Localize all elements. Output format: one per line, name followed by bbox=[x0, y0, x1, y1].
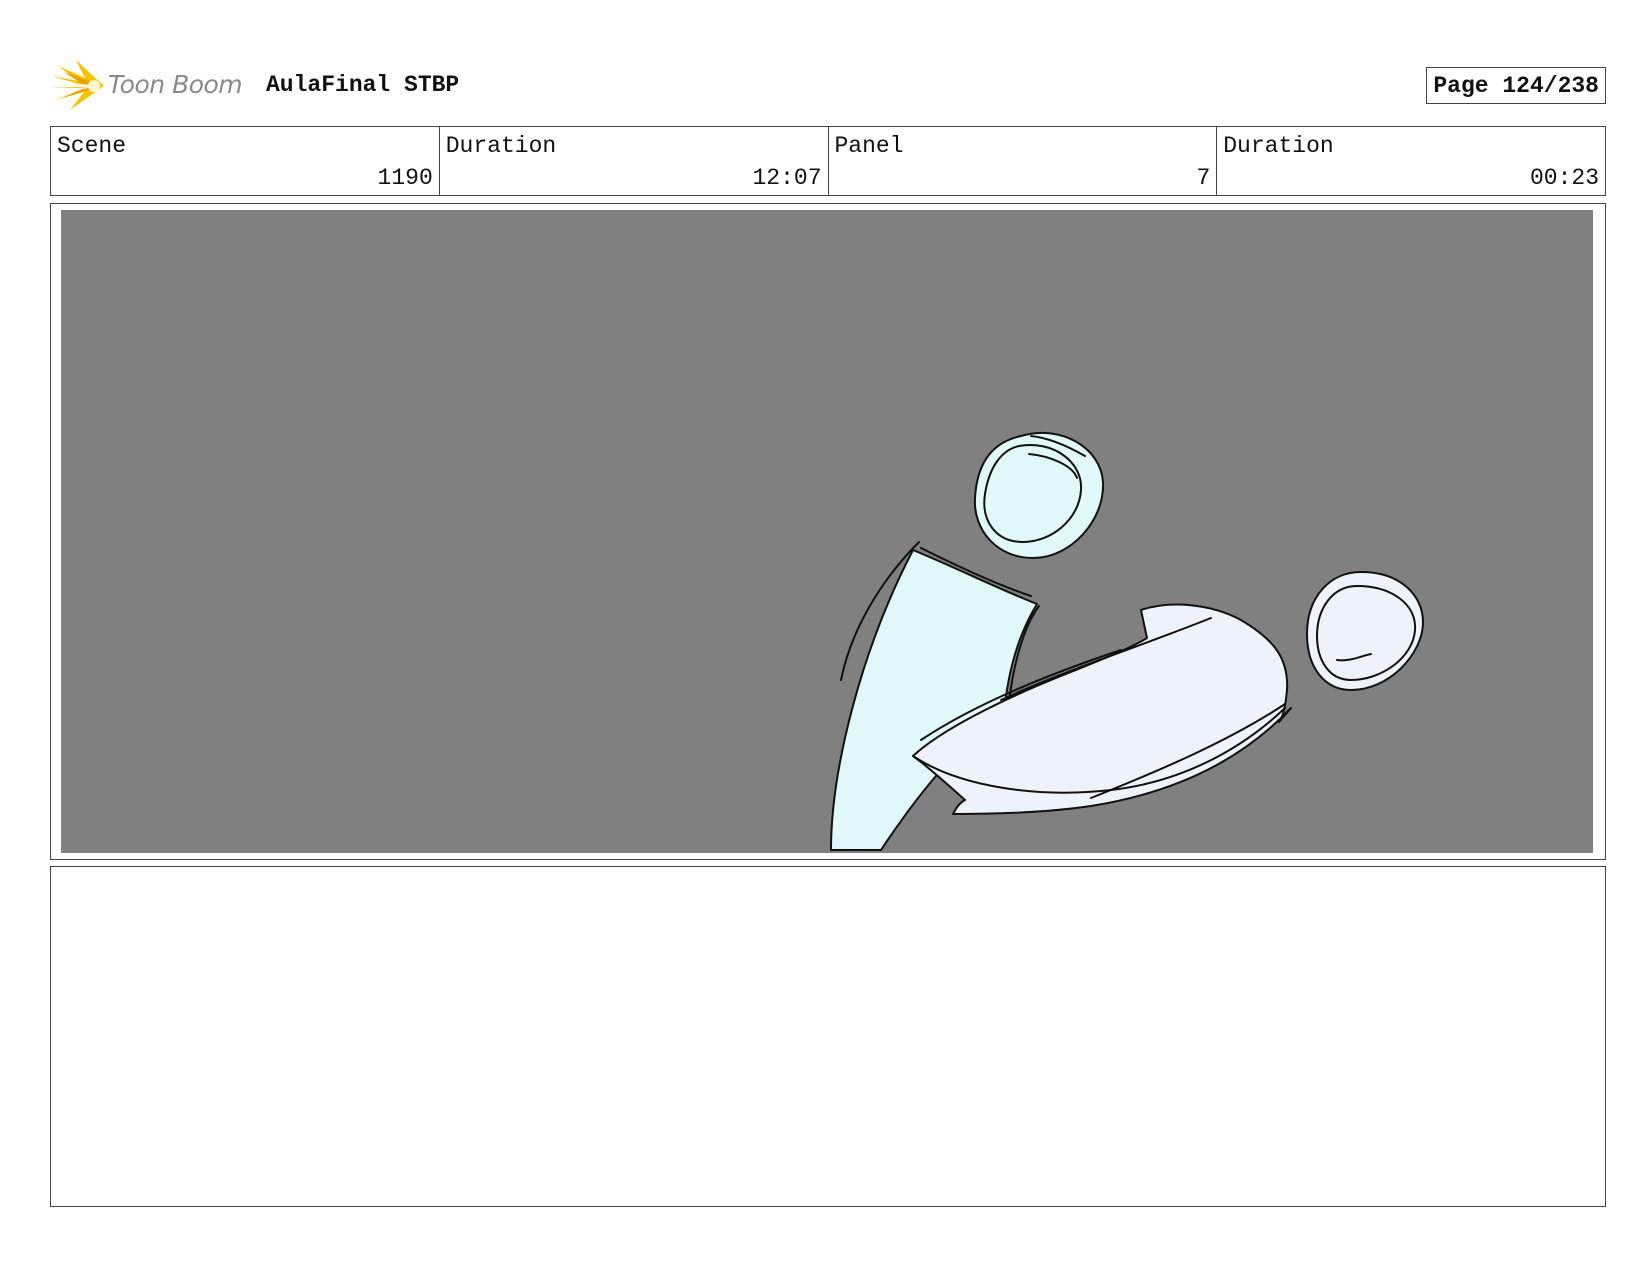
scene-duration-value: 12:07 bbox=[752, 165, 822, 191]
panel-duration-value: 00:23 bbox=[1529, 165, 1599, 191]
page-header: Toon Boom AulaFinal STBP Page 124/238 bbox=[50, 58, 1606, 114]
sketch-canvas bbox=[830, 431, 1424, 851]
panel-label: Panel bbox=[834, 133, 904, 159]
project-title: AulaFinal STBP bbox=[266, 72, 460, 98]
panel-frame bbox=[50, 203, 1606, 860]
page-number-box: Page 124/238 bbox=[1426, 67, 1606, 104]
panel-drawing bbox=[61, 210, 1593, 853]
scene-duration-cell: Duration 12:07 bbox=[440, 127, 829, 195]
panel-duration-label: Duration bbox=[1223, 133, 1334, 159]
scene-duration-label: Duration bbox=[445, 133, 557, 159]
scene-info-table: Scene 1190 Duration 12:07 Panel 7 Durati… bbox=[50, 126, 1606, 196]
panel-cell: Panel 7 bbox=[829, 127, 1218, 195]
scene-cell: Scene 1190 bbox=[51, 127, 440, 195]
panel-duration-cell: Duration 00:23 bbox=[1217, 127, 1605, 195]
panel-value: 7 bbox=[1196, 165, 1211, 191]
scene-value: 1190 bbox=[377, 165, 433, 191]
right-figure-head bbox=[1306, 571, 1424, 691]
scene-label: Scene bbox=[57, 133, 127, 159]
panel-notes-area bbox=[50, 866, 1606, 1207]
starburst-icon bbox=[50, 60, 104, 110]
logo-wordmark: Toon Boom bbox=[108, 70, 243, 99]
toon-boom-logo: Toon Boom bbox=[50, 58, 250, 114]
